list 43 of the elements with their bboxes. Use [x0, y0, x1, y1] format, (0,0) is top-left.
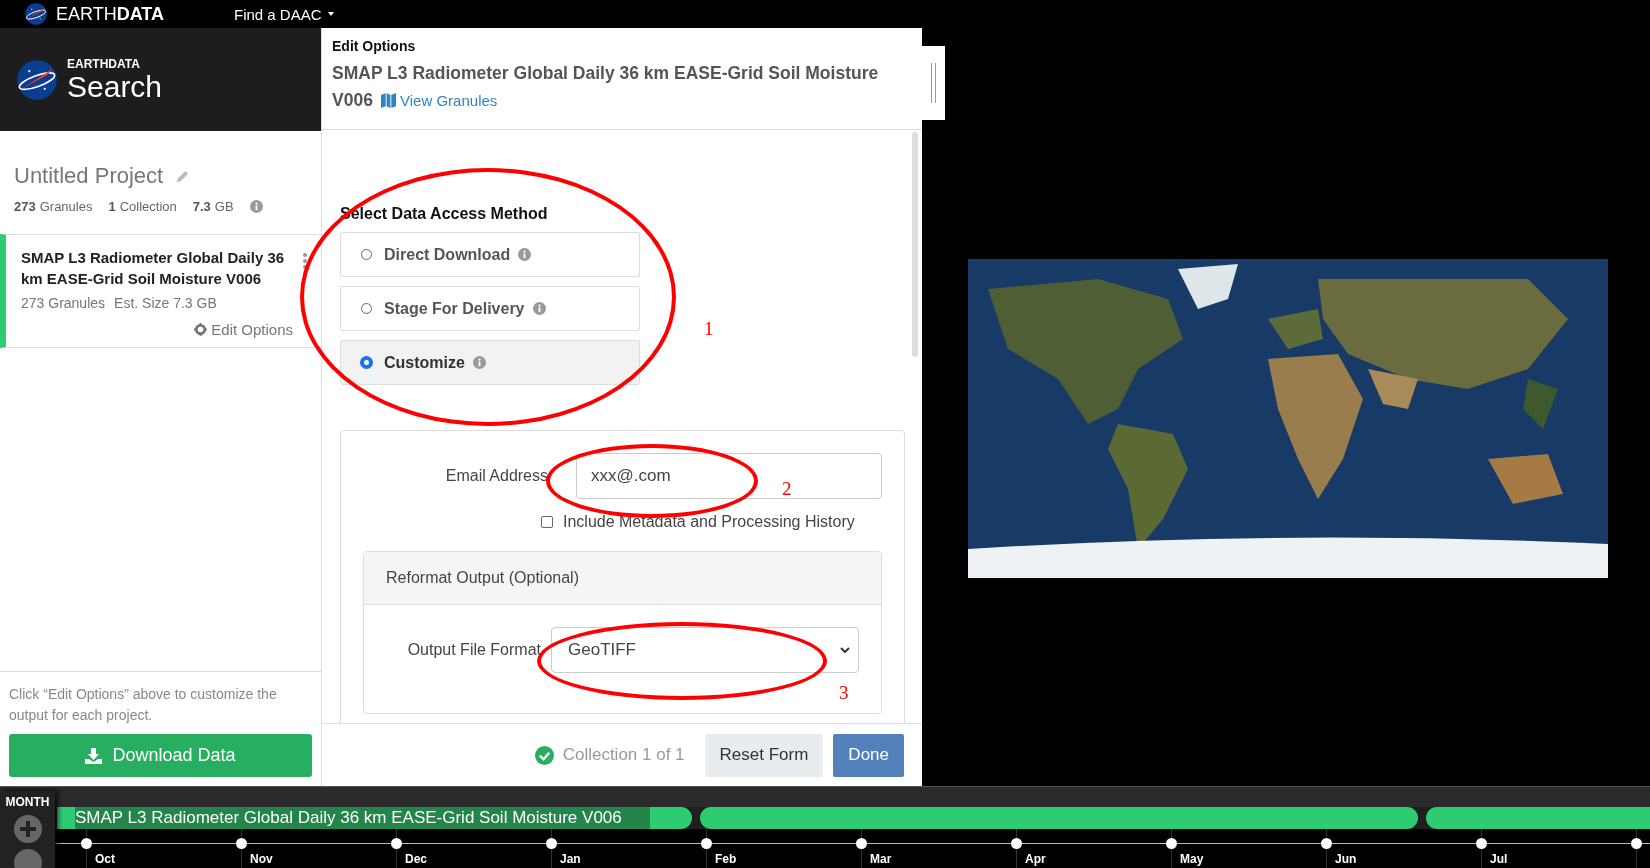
granule-count: 273 Granules — [21, 295, 106, 311]
stat-value: 1 — [108, 199, 116, 214]
reset-form-button[interactable]: Reset Form — [704, 733, 824, 777]
month-label: Jan — [560, 852, 581, 866]
stat-label: Collection — [119, 199, 177, 214]
view-granules-link[interactable]: View Granules — [380, 92, 498, 109]
annotation-number: 3 — [839, 682, 849, 704]
field-label: Email Address — [444, 467, 548, 485]
field-label: Output File Format — [406, 640, 541, 660]
checkbox-label[interactable]: Include Metadata and Processing History — [563, 513, 855, 531]
estimated-size: Est. Size 7.3 GB — [114, 295, 217, 311]
done-button[interactable]: Done — [833, 733, 904, 777]
month-label: Jun — [1335, 852, 1357, 866]
section-header: Reformat Output (Optional) — [364, 552, 881, 605]
stat-value: 7.3 — [192, 199, 211, 214]
collection-title: SMAP L3 Radiometer Global Daily 36 km EASE-Grid Soil Moisture V006 — [21, 248, 286, 289]
month-label: Nov — [250, 852, 273, 866]
stat-label: GB — [214, 199, 234, 214]
month-label: Oct — [95, 852, 115, 866]
month-label: Apr — [1025, 852, 1046, 866]
month-label: Dec — [405, 852, 427, 866]
access-option[interactable]: Stage For Delivery — [340, 286, 640, 331]
month-label: Mar — [870, 852, 892, 866]
brand-name[interactable]: EARTHDATA — [56, 3, 164, 25]
month-label: May — [1180, 852, 1204, 866]
collection-status: Collection 1 of 1 — [562, 745, 685, 765]
edit-options-link[interactable]: Edit Options — [194, 321, 293, 338]
stat-label: Granules — [39, 199, 93, 214]
project-name[interactable]: Untitled Project — [14, 163, 164, 189]
stat-value: 273 — [14, 199, 36, 214]
panel-heading: Edit Options — [332, 38, 417, 54]
app-title: Search — [67, 70, 163, 103]
brand-kicker: EARTHDATA — [67, 56, 141, 71]
find-daac-menu[interactable]: Find a DAAC — [234, 5, 334, 23]
zoom-level-label: MONTH — [5, 795, 50, 809]
annotation-number: 1 — [704, 318, 714, 340]
month-label: Feb — [715, 852, 737, 866]
month-label: Jul — [1490, 852, 1508, 866]
access-option[interactable]: Customize — [340, 340, 640, 385]
annotation-number: 2 — [782, 478, 792, 500]
access-option[interactable]: Direct Download — [340, 232, 640, 277]
output-format-select[interactable]: GeoTIFF — [551, 627, 859, 673]
collection-title: SMAP L3 Radiometer Global Daily 36 km EASE-Grid Soil Moisture V006 View Granules — [332, 62, 880, 112]
